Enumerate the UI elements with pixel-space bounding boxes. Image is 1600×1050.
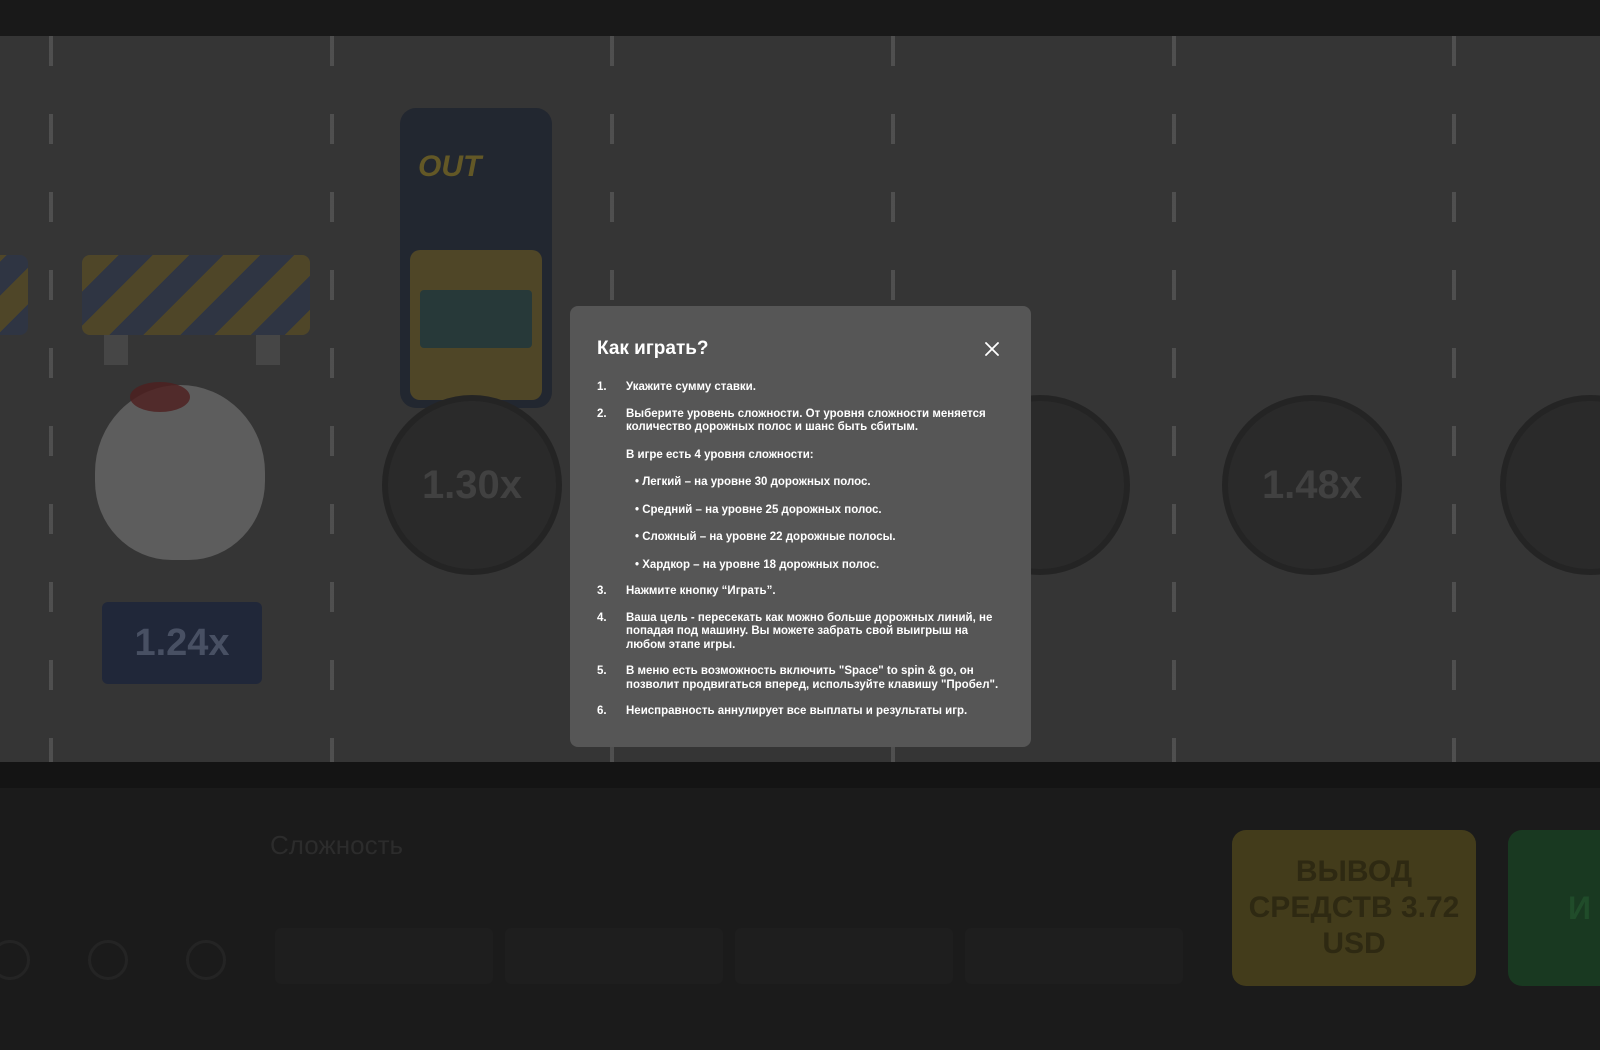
difficulty-level-item: • Сложный – на уровне 22 дорожные полосы… [635, 531, 896, 543]
rule-item: 5. В меню есть возможность включить "Spa… [597, 665, 1005, 692]
rule-number: 1. [597, 381, 607, 393]
rule-text: Выберите уровень сложности. От уровня сл… [626, 407, 986, 434]
rule-number: 5. [597, 665, 607, 677]
difficulty-levels-list: • Легкий – на уровне 30 дорожных полос. … [626, 476, 1005, 572]
modal-header: Как играть? [597, 336, 1005, 362]
rule-item: 6. Неисправность аннулирует все выплаты … [597, 705, 1005, 719]
modal-title: Как играть? [597, 338, 709, 359]
rule-number: 2. [597, 407, 607, 420]
rule-item: 1. Укажите сумму ставки. [597, 381, 1005, 395]
difficulty-level-item: • Средний – на уровне 25 дорожных полос. [635, 503, 882, 516]
game-screen: OUT 1.30x 1.48x 1.24x Сложность ВЫВОД СР… [0, 0, 1600, 1050]
rule-item: 3. Нажмите кнопку “Играть”. [597, 585, 1005, 599]
rule-text: Неисправность аннулирует все выплаты и р… [626, 705, 968, 717]
difficulty-level-item: • Хардкор – на уровне 18 дорожных полос. [635, 558, 880, 571]
difficulty-level-item: • Легкий – на уровне 30 дорожных полос. [635, 476, 871, 488]
rule-item: 4. Ваша цель - пересекать как можно боль… [597, 612, 1005, 653]
rule-text: Ваша цель - пересекать как можно больше … [626, 611, 993, 651]
rule-number: 6. [597, 705, 607, 717]
rule-text: Нажмите кнопку “Играть”. [626, 585, 776, 597]
rules-list: 1. Укажите сумму ставки. 2. Выберите уро… [597, 381, 1005, 719]
rule-text: В меню есть возможность включить "Space"… [626, 665, 999, 691]
rule-number: 3. [597, 585, 607, 597]
rule-number: 4. [597, 611, 607, 624]
rule-item: 2. Выберите уровень сложности. От уровня… [597, 408, 1005, 573]
difficulty-note: В игре есть 4 уровня сложности: [626, 448, 814, 461]
rule-text: Укажите сумму ставки. [626, 381, 756, 393]
close-button[interactable] [981, 338, 1003, 360]
how-to-play-modal: Как играть? 1. Укажите сумму ставки. 2. … [570, 306, 1031, 747]
close-icon [985, 342, 999, 356]
